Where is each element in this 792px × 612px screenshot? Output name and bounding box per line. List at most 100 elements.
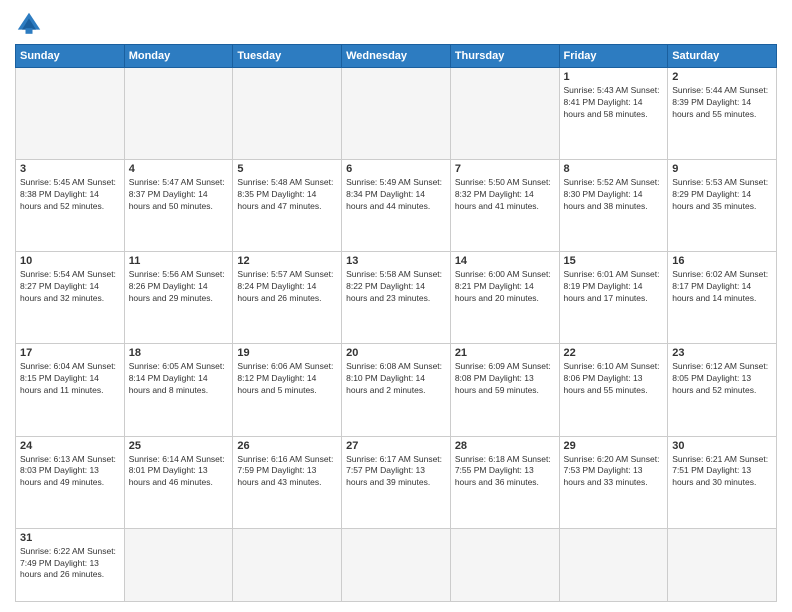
day-number: 13 [346, 255, 446, 267]
day-info: Sunrise: 6:13 AM Sunset: 8:03 PM Dayligh… [20, 454, 120, 490]
day-cell: 5 Sunrise: 5:48 AM Sunset: 8:35 PM Daylig… [233, 160, 342, 252]
weekday-header-thursday: Thursday [450, 45, 559, 68]
day-cell: 19 Sunrise: 6:06 AM Sunset: 8:12 PM Dayli… [233, 344, 342, 436]
day-number: 31 [20, 532, 120, 544]
day-number: 24 [20, 440, 120, 452]
weekday-header-monday: Monday [124, 45, 233, 68]
day-info: Sunrise: 5:49 AM Sunset: 8:34 PM Dayligh… [346, 177, 446, 213]
day-info: Sunrise: 5:47 AM Sunset: 8:37 PM Dayligh… [129, 177, 229, 213]
day-cell: 12 Sunrise: 5:57 AM Sunset: 8:24 PM Dayli… [233, 252, 342, 344]
day-number: 10 [20, 255, 120, 267]
day-info: Sunrise: 5:58 AM Sunset: 8:22 PM Dayligh… [346, 269, 446, 305]
day-cell: 11Sunrise: 5:56 AM Sunset: 8:26 PM Dayli… [124, 252, 233, 344]
day-number: 9 [672, 163, 772, 175]
day-cell: 20 Sunrise: 6:08 AM Sunset: 8:10 PM Dayli… [342, 344, 451, 436]
day-cell: 21 Sunrise: 6:09 AM Sunset: 8:08 PM Dayli… [450, 344, 559, 436]
day-cell [124, 68, 233, 160]
day-info: Sunrise: 6:21 AM Sunset: 7:51 PM Dayligh… [672, 454, 772, 490]
day-number: 27 [346, 440, 446, 452]
day-info: Sunrise: 5:53 AM Sunset: 8:29 PM Dayligh… [672, 177, 772, 213]
day-number: 28 [455, 440, 555, 452]
day-info: Sunrise: 6:01 AM Sunset: 8:19 PM Dayligh… [564, 269, 664, 305]
day-number: 20 [346, 347, 446, 359]
day-number: 30 [672, 440, 772, 452]
day-number: 1 [564, 71, 664, 83]
day-info: Sunrise: 6:05 AM Sunset: 8:14 PM Dayligh… [129, 361, 229, 397]
day-info: Sunrise: 5:54 AM Sunset: 8:27 PM Dayligh… [20, 269, 120, 305]
day-info: Sunrise: 5:44 AM Sunset: 8:39 PM Dayligh… [672, 85, 772, 121]
day-number: 12 [237, 255, 337, 267]
calendar-table: SundayMondayTuesdayWednesdayThursdayFrid… [15, 44, 777, 602]
day-number: 2 [672, 71, 772, 83]
day-number: 6 [346, 163, 446, 175]
day-cell [16, 68, 125, 160]
header [15, 10, 777, 38]
weekday-header-sunday: Sunday [16, 45, 125, 68]
day-cell: 24 Sunrise: 6:13 AM Sunset: 8:03 PM Dayli… [16, 436, 125, 528]
day-number: 22 [564, 347, 664, 359]
day-info: Sunrise: 6:12 AM Sunset: 8:05 PM Dayligh… [672, 361, 772, 397]
day-number: 17 [20, 347, 120, 359]
day-number: 15 [564, 255, 664, 267]
day-number: 26 [237, 440, 337, 452]
day-number: 3 [20, 163, 120, 175]
day-cell [450, 528, 559, 601]
weekday-header-saturday: Saturday [668, 45, 777, 68]
day-info: Sunrise: 5:48 AM Sunset: 8:35 PM Dayligh… [237, 177, 337, 213]
day-cell: 10 Sunrise: 5:54 AM Sunset: 8:27 PM Dayli… [16, 252, 125, 344]
day-number: 5 [237, 163, 337, 175]
weekday-header-tuesday: Tuesday [233, 45, 342, 68]
weekday-header-friday: Friday [559, 45, 668, 68]
week-row-2: 3Sunrise: 5:45 AM Sunset: 8:38 PM Daylig… [16, 160, 777, 252]
day-cell: 29Sunrise: 6:20 AM Sunset: 7:53 PM Dayli… [559, 436, 668, 528]
day-number: 18 [129, 347, 229, 359]
day-cell: 1 Sunrise: 5:43 AM Sunset: 8:41 PM Daylig… [559, 68, 668, 160]
day-cell: 8Sunrise: 5:52 AM Sunset: 8:30 PM Daylig… [559, 160, 668, 252]
day-number: 14 [455, 255, 555, 267]
day-info: Sunrise: 5:57 AM Sunset: 8:24 PM Dayligh… [237, 269, 337, 305]
day-number: 19 [237, 347, 337, 359]
day-cell: 28 Sunrise: 6:18 AM Sunset: 7:55 PM Dayli… [450, 436, 559, 528]
week-row-3: 10 Sunrise: 5:54 AM Sunset: 8:27 PM Dayli… [16, 252, 777, 344]
week-row-6: 31 Sunrise: 6:22 AM Sunset: 7:49 PM Dayli… [16, 528, 777, 601]
day-info: Sunrise: 6:08 AM Sunset: 8:10 PM Dayligh… [346, 361, 446, 397]
week-row-5: 24 Sunrise: 6:13 AM Sunset: 8:03 PM Dayli… [16, 436, 777, 528]
day-cell [668, 528, 777, 601]
day-info: Sunrise: 6:22 AM Sunset: 7:49 PM Dayligh… [20, 546, 120, 582]
page: SundayMondayTuesdayWednesdayThursdayFrid… [0, 0, 792, 612]
week-row-4: 17 Sunrise: 6:04 AM Sunset: 8:15 PM Dayli… [16, 344, 777, 436]
day-info: Sunrise: 6:16 AM Sunset: 7:59 PM Dayligh… [237, 454, 337, 490]
day-cell: 17 Sunrise: 6:04 AM Sunset: 8:15 PM Dayli… [16, 344, 125, 436]
day-cell: 2 Sunrise: 5:44 AM Sunset: 8:39 PM Daylig… [668, 68, 777, 160]
day-number: 4 [129, 163, 229, 175]
day-info: Sunrise: 6:09 AM Sunset: 8:08 PM Dayligh… [455, 361, 555, 397]
day-cell [559, 528, 668, 601]
day-info: Sunrise: 6:04 AM Sunset: 8:15 PM Dayligh… [20, 361, 120, 397]
day-info: Sunrise: 6:18 AM Sunset: 7:55 PM Dayligh… [455, 454, 555, 490]
day-number: 16 [672, 255, 772, 267]
day-cell [342, 528, 451, 601]
day-cell: 6 Sunrise: 5:49 AM Sunset: 8:34 PM Daylig… [342, 160, 451, 252]
day-cell [233, 528, 342, 601]
day-number: 11 [129, 255, 229, 267]
day-cell: 7Sunrise: 5:50 AM Sunset: 8:32 PM Daylig… [450, 160, 559, 252]
day-info: Sunrise: 5:43 AM Sunset: 8:41 PM Dayligh… [564, 85, 664, 121]
day-cell: 4 Sunrise: 5:47 AM Sunset: 8:37 PM Daylig… [124, 160, 233, 252]
day-cell [450, 68, 559, 160]
day-cell: 16Sunrise: 6:02 AM Sunset: 8:17 PM Dayli… [668, 252, 777, 344]
day-cell: 25 Sunrise: 6:14 AM Sunset: 8:01 PM Dayli… [124, 436, 233, 528]
day-cell: 27Sunrise: 6:17 AM Sunset: 7:57 PM Dayli… [342, 436, 451, 528]
day-info: Sunrise: 5:52 AM Sunset: 8:30 PM Dayligh… [564, 177, 664, 213]
day-info: Sunrise: 6:14 AM Sunset: 8:01 PM Dayligh… [129, 454, 229, 490]
weekday-header-wednesday: Wednesday [342, 45, 451, 68]
day-number: 21 [455, 347, 555, 359]
week-row-1: 1 Sunrise: 5:43 AM Sunset: 8:41 PM Daylig… [16, 68, 777, 160]
day-cell: 18 Sunrise: 6:05 AM Sunset: 8:14 PM Dayli… [124, 344, 233, 436]
day-cell: 30 Sunrise: 6:21 AM Sunset: 7:51 PM Dayli… [668, 436, 777, 528]
day-info: Sunrise: 6:06 AM Sunset: 8:12 PM Dayligh… [237, 361, 337, 397]
day-cell [342, 68, 451, 160]
day-number: 25 [129, 440, 229, 452]
logo [15, 10, 47, 38]
day-cell: 3Sunrise: 5:45 AM Sunset: 8:38 PM Daylig… [16, 160, 125, 252]
day-info: Sunrise: 6:20 AM Sunset: 7:53 PM Dayligh… [564, 454, 664, 490]
